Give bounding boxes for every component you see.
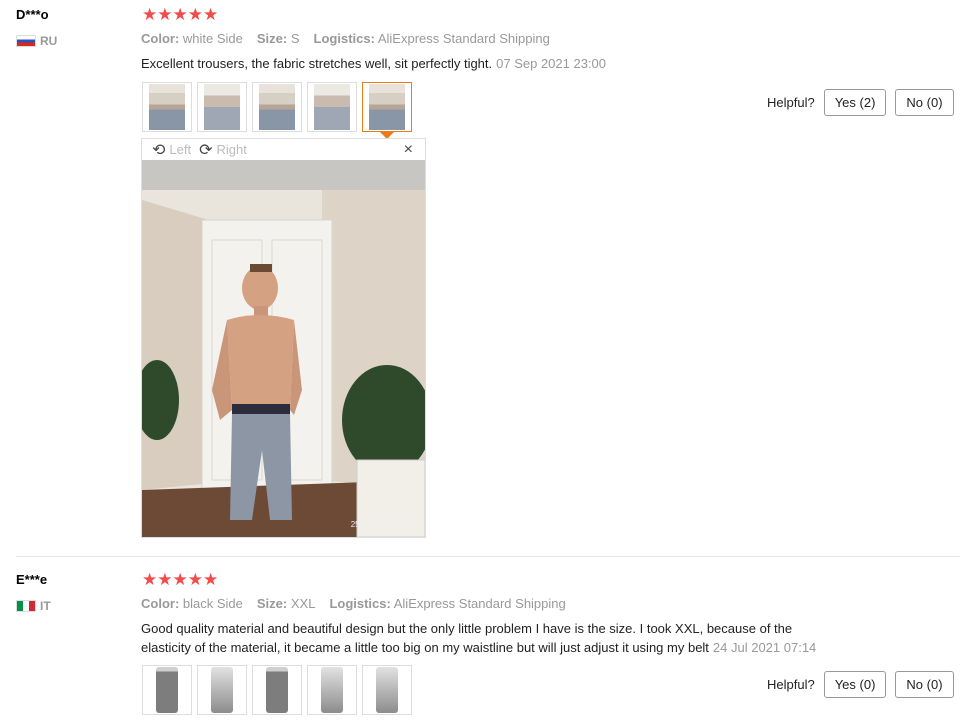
color-value: white Side <box>182 31 243 46</box>
review-photo-thumb[interactable] <box>307 665 357 715</box>
review-attributes: Color: black Side Size: XXL Logistics: A… <box>141 596 566 611</box>
helpful-section: Helpful? Yes (0) No (0) <box>767 671 954 698</box>
helpful-no-button[interactable]: No (0) <box>895 89 954 116</box>
review-photo-thumb[interactable] <box>307 82 357 132</box>
country-code: RU <box>40 34 58 48</box>
review-photo-thumb[interactable] <box>197 82 247 132</box>
logistics-label: Logistics: <box>313 31 375 46</box>
rotate-left-icon: ⟲ <box>152 141 166 159</box>
star-rating: ★★★★★ <box>142 570 219 589</box>
rotate-left-button[interactable]: ⟲ Left <box>152 140 191 160</box>
country-code: IT <box>40 599 51 613</box>
reviewer-name: E***e <box>16 572 48 587</box>
size-value: S <box>290 31 300 46</box>
review-photos <box>142 82 412 139</box>
star-rating: ★★★★★ <box>142 5 219 24</box>
size-label: Size: <box>256 596 288 611</box>
helpful-section: Helpful? Yes (2) No (0) <box>767 89 954 116</box>
photo-thumbnail <box>376 667 398 713</box>
review-photo-thumb[interactable] <box>362 665 412 715</box>
review-divider <box>16 556 960 557</box>
review-text: Excellent trousers, the fabric stretches… <box>141 54 606 73</box>
rotate-left-label: Left <box>169 142 192 157</box>
helpful-no-button[interactable]: No (0) <box>895 671 954 698</box>
photo-thumbnail <box>259 84 295 130</box>
helpful-yes-button[interactable]: Yes (0) <box>823 671 887 698</box>
helpful-label: Helpful? <box>767 95 815 110</box>
viewer-toolbar: ⟲ Left ⟳ Right × <box>142 139 425 160</box>
rotate-right-icon: ⟳ <box>199 141 213 159</box>
logistics-value: AliExpress Standard Shipping <box>377 31 550 46</box>
photo-thumbnail <box>204 84 240 130</box>
logistics-label: Logistics: <box>329 596 391 611</box>
photo-thumbnail <box>149 84 185 130</box>
color-label: Color: <box>141 596 180 611</box>
review-attributes: Color: white Side Size: S Logistics: Ali… <box>141 31 550 46</box>
review-text: Good quality material and beautiful desi… <box>141 619 881 657</box>
review-photo-thumb[interactable] <box>142 665 192 715</box>
color-label: Color: <box>141 31 180 46</box>
close-icon[interactable]: × <box>404 141 413 159</box>
review-photos <box>142 665 412 715</box>
review-photo-thumb[interactable] <box>252 82 302 132</box>
photo-thumbnail <box>369 84 405 130</box>
flag-ru-icon <box>16 35 36 47</box>
rotate-right-label: Right <box>216 142 247 157</box>
photo-timestamp: 25.07.2021 07:40 <box>350 520 413 529</box>
review-photo-thumb-active[interactable] <box>362 82 412 139</box>
reviewer-name: D***o <box>16 7 49 22</box>
logistics-value: AliExpress Standard Shipping <box>393 596 566 611</box>
review-body: Excellent trousers, the fabric stretches… <box>141 56 493 71</box>
reviewer-country: IT <box>16 599 51 613</box>
review-photo-thumb[interactable] <box>252 665 302 715</box>
color-value: black Side <box>182 596 243 611</box>
size-value: XXL <box>290 596 316 611</box>
review-body-line-1: Good quality material and beautiful desi… <box>141 621 793 636</box>
review-photo-large: 25.07.2021 07:40 <box>142 160 425 537</box>
helpful-yes-button[interactable]: Yes (2) <box>823 89 887 116</box>
photo-viewer: ⟲ Left ⟳ Right × 25.07.2021 07:40 <box>141 138 426 538</box>
review-date: 24 Jul 2021 07:14 <box>712 640 817 655</box>
flag-it-icon <box>16 600 36 612</box>
review-photo-thumb[interactable] <box>197 665 247 715</box>
photo-illustration <box>142 160 425 537</box>
photo-thumbnail <box>156 667 178 713</box>
review-photo-thumb[interactable] <box>142 82 192 132</box>
photo-thumbnail <box>266 667 288 713</box>
rotate-right-button[interactable]: ⟳ Right <box>199 140 247 160</box>
photo-thumbnail <box>211 667 233 713</box>
review-date: 07 Sep 2021 23:00 <box>496 56 607 71</box>
reviewer-country: RU <box>16 34 57 48</box>
size-label: Size: <box>256 31 288 46</box>
review-body-line-2: elasticity of the material, it became a … <box>141 640 709 655</box>
photo-thumbnail <box>321 667 343 713</box>
photo-thumbnail <box>314 84 350 130</box>
helpful-label: Helpful? <box>767 677 815 692</box>
